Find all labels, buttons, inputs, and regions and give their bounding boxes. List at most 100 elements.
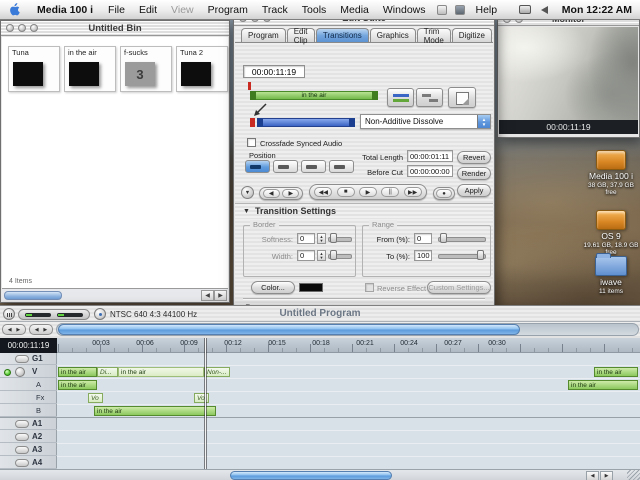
- previous-edit-button[interactable]: ◀: [263, 189, 280, 198]
- timeline-horizontal-scrollbar[interactable]: ◀ ▶: [0, 469, 640, 480]
- slider-thumb[interactable]: [330, 233, 337, 243]
- transition-settings-header[interactable]: ▼ Transition Settings: [235, 203, 493, 218]
- width-stepper[interactable]: ▲▼: [317, 250, 326, 261]
- scroll-right-button[interactable]: ▶: [600, 471, 613, 480]
- color-swatch[interactable]: [299, 283, 323, 292]
- track-header-g1[interactable]: G1: [0, 353, 57, 365]
- track-toggle[interactable]: [15, 420, 29, 428]
- app-menu[interactable]: Media 100 i: [29, 0, 101, 20]
- record-enable-led[interactable]: [4, 369, 11, 376]
- track-header-a3[interactable]: A3: [0, 444, 57, 456]
- timeline-clip[interactable]: in the air: [118, 367, 204, 377]
- rewind-button[interactable]: ◀◀: [314, 187, 332, 197]
- playhead[interactable]: [205, 338, 206, 469]
- softness-slider[interactable]: [328, 233, 352, 243]
- track-row-a4[interactable]: [57, 457, 640, 469]
- timeline-pan-thumb[interactable]: [58, 324, 520, 335]
- fast-forward-button[interactable]: ▶▶: [404, 187, 422, 197]
- zoom-button[interactable]: [30, 24, 38, 32]
- cut-mode-button[interactable]: [416, 88, 443, 107]
- track-row-g1[interactable]: [57, 353, 640, 365]
- apple-menu[interactable]: [0, 3, 29, 16]
- total-length-field[interactable]: 00:00:01:11: [407, 150, 453, 162]
- track-header-a1[interactable]: A1: [0, 418, 57, 430]
- track-toggle[interactable]: [15, 433, 29, 441]
- track-header-a2[interactable]: A2: [0, 431, 57, 443]
- transition-type-dropdown[interactable]: Non-Additive Dissolve ▲▼: [360, 114, 491, 129]
- render-button[interactable]: Render: [457, 167, 491, 180]
- track-header-v[interactable]: V: [0, 366, 57, 378]
- crossfade-checkbox[interactable]: [247, 138, 256, 147]
- slider-thumb[interactable]: [477, 250, 484, 260]
- softness-field[interactable]: 0: [297, 233, 315, 244]
- incoming-clip-bar[interactable]: [257, 118, 355, 127]
- track-row-fx[interactable]: [57, 392, 640, 404]
- menu-program[interactable]: Program: [201, 0, 255, 20]
- track-toggle[interactable]: [15, 355, 29, 363]
- before-cut-field[interactable]: 00:00:00:00: [407, 165, 453, 177]
- menu-extra-icon-1[interactable]: [437, 5, 447, 15]
- desktop-icon-media100i[interactable]: Media 100 i 38 GB, 37.9 GB free: [582, 150, 640, 197]
- track-toggle[interactable]: [15, 459, 29, 467]
- resize-grip[interactable]: [627, 470, 640, 480]
- reverse-effect-checkbox[interactable]: [365, 283, 374, 292]
- scroll-left-button[interactable]: ◀: [201, 290, 214, 301]
- track-toggle[interactable]: [15, 446, 29, 454]
- tab-transitions[interactable]: Transitions: [316, 28, 369, 42]
- timeline-clip[interactable]: in the air: [594, 367, 638, 377]
- menu-extra-icon-2[interactable]: [455, 5, 465, 15]
- width-field[interactable]: 0: [297, 250, 315, 261]
- menu-file[interactable]: File: [101, 0, 132, 20]
- sound-menu-icon[interactable]: [541, 6, 548, 14]
- from-slider[interactable]: [438, 233, 486, 243]
- menu-clock[interactable]: Mon 12:22 AM: [554, 4, 640, 16]
- track-header-a4[interactable]: A4: [0, 457, 57, 469]
- position-center-button[interactable]: [273, 160, 298, 173]
- slider-thumb[interactable]: [330, 250, 337, 260]
- timeline-pan-track[interactable]: [56, 323, 639, 336]
- outgoing-clip-bar[interactable]: in the air: [250, 91, 378, 100]
- slider-thumb[interactable]: [440, 233, 447, 243]
- fx-marker[interactable]: Vo: [88, 393, 103, 403]
- bin-clip-tuna2[interactable]: Tuna 2: [176, 46, 228, 92]
- bin-clip-f-sucks[interactable]: f-sucks 3: [120, 46, 172, 92]
- position-end-button[interactable]: [301, 160, 326, 173]
- display-menu-icon[interactable]: [519, 5, 531, 14]
- track-toggle[interactable]: [15, 367, 25, 377]
- track-row-a[interactable]: [57, 379, 640, 391]
- minimize-button[interactable]: [18, 24, 26, 32]
- tab-digitize[interactable]: Digitize: [452, 28, 492, 42]
- loop-button[interactable]: ●: [436, 189, 452, 198]
- timeline-clip[interactable]: in the air: [58, 367, 97, 377]
- softness-stepper[interactable]: ▲▼: [317, 233, 326, 244]
- stop-button[interactable]: ■: [337, 187, 355, 197]
- bin-clip-in-the-air[interactable]: in the air: [64, 46, 116, 92]
- tab-graphics[interactable]: Graphics: [370, 28, 416, 42]
- apply-button[interactable]: Apply: [457, 184, 491, 197]
- timeline-clip[interactable]: in the air: [58, 380, 97, 390]
- close-button[interactable]: [6, 24, 14, 32]
- timeline-scrollbar-thumb[interactable]: [230, 471, 392, 480]
- timeline-timecode[interactable]: 00:00:11:19: [0, 338, 57, 353]
- track-header-fx[interactable]: Fx: [0, 392, 57, 404]
- track-row-a1[interactable]: [57, 418, 640, 430]
- fx-marker[interactable]: Vo: [194, 393, 209, 403]
- desktop-icon-os9[interactable]: OS 9 19.61 GB, 18.9 GB free: [582, 210, 640, 257]
- timeline-ruler[interactable]: 00:03 00:06 00:09 00:12 00:15 00:18 00:2…: [57, 338, 640, 353]
- next-edit-button[interactable]: ▶: [282, 189, 299, 198]
- tab-program[interactable]: Program: [241, 28, 286, 42]
- menu-help[interactable]: Help: [469, 0, 505, 20]
- panel-disclosure-button[interactable]: ▼: [241, 186, 254, 199]
- width-slider[interactable]: [328, 250, 352, 260]
- bin-scrollbar-thumb[interactable]: [4, 291, 62, 300]
- transition-tag[interactable]: Di...: [97, 367, 118, 377]
- tab-trim-mode[interactable]: Trim Mode: [417, 28, 451, 42]
- from-field[interactable]: 0: [414, 233, 432, 244]
- menu-track[interactable]: Track: [255, 0, 295, 20]
- zoom-in-group[interactable]: ◀▶: [29, 324, 53, 335]
- timeline-clip[interactable]: in the air: [94, 406, 216, 416]
- page-peel-button[interactable]: [448, 87, 476, 108]
- tab-edit-clip[interactable]: Edit Clip: [287, 28, 315, 42]
- scroll-left-button[interactable]: ◀: [586, 471, 599, 480]
- color-button[interactable]: Color...: [251, 281, 295, 294]
